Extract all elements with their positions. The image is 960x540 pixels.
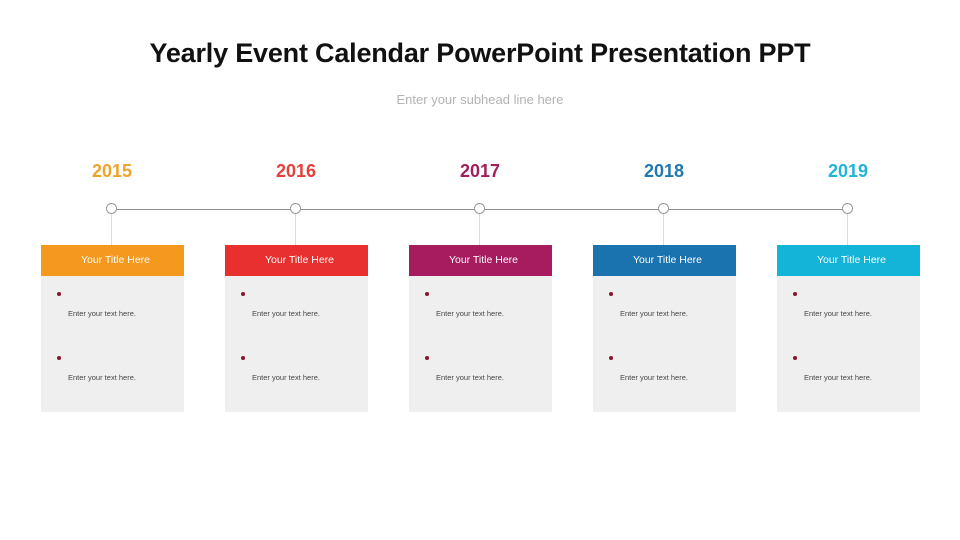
- card-body: Enter your text here. Enter your text her…: [593, 276, 736, 412]
- bullet-dot-icon: [57, 292, 61, 296]
- bullet-dot-icon: [241, 356, 245, 360]
- bullet-text[interactable]: Enter your text here.: [804, 309, 872, 318]
- bullet-text[interactable]: Enter your text here.: [620, 309, 688, 318]
- timeline-marker-icon[interactable]: [106, 203, 117, 214]
- timeline-card: Your Title Here Enter your text here. Ente…: [225, 245, 368, 412]
- page-subhead: Enter your subhead line here: [396, 92, 564, 107]
- card-title[interactable]: Your Title Here: [409, 245, 552, 276]
- year-label: 2016: [275, 161, 317, 181]
- card-title[interactable]: Your Title Here: [777, 245, 920, 276]
- year-label: 2019: [827, 161, 869, 181]
- bullet-dot-icon: [609, 292, 613, 296]
- bullet-text[interactable]: Enter your text here.: [68, 309, 136, 318]
- bullet-dot-icon: [57, 356, 61, 360]
- timeline-marker-icon[interactable]: [842, 203, 853, 214]
- timeline-card: Your Title Here Enter your text here. Ente…: [41, 245, 184, 412]
- card-title[interactable]: Your Title Here: [593, 245, 736, 276]
- year-label: 2017: [459, 161, 501, 181]
- page-title: Yearly Event Calendar PowerPoint Present…: [149, 38, 811, 68]
- card-body: Enter your text here. Enter your text her…: [409, 276, 552, 412]
- bullet-text[interactable]: Enter your text here.: [68, 373, 136, 382]
- timeline-card: Your Title Here Enter your text here. Ente…: [409, 245, 552, 412]
- bullet-dot-icon: [241, 292, 245, 296]
- card-title[interactable]: Your Title Here: [41, 245, 184, 276]
- timeline-card: Your Title Here Enter your text here. Ente…: [593, 245, 736, 412]
- bullet-text[interactable]: Enter your text here.: [436, 373, 504, 382]
- bullet-dot-icon: [425, 292, 429, 296]
- card-body: Enter your text here. Enter your text her…: [41, 276, 184, 412]
- card-title[interactable]: Your Title Here: [225, 245, 368, 276]
- card-body: Enter your text here. Enter your text her…: [777, 276, 920, 412]
- slide-canvas: Yearly Event Calendar PowerPoint Present…: [0, 0, 960, 540]
- timeline-connector-line: [663, 214, 664, 245]
- year-label: 2015: [91, 161, 133, 181]
- timeline-marker-icon[interactable]: [290, 203, 301, 214]
- year-label: 2018: [643, 161, 685, 181]
- timeline-card: Your Title Here Enter your text here. Ente…: [777, 245, 920, 412]
- bullet-dot-icon: [793, 356, 797, 360]
- bullet-text[interactable]: Enter your text here.: [252, 309, 320, 318]
- timeline-connector-line: [111, 214, 112, 245]
- bullet-dot-icon: [425, 356, 429, 360]
- timeline-marker-icon[interactable]: [658, 203, 669, 214]
- bullet-dot-icon: [793, 292, 797, 296]
- timeline-connector-line: [295, 214, 296, 245]
- card-body: Enter your text here. Enter your text her…: [225, 276, 368, 412]
- timeline-connector-line: [479, 214, 480, 245]
- bullet-text[interactable]: Enter your text here.: [804, 373, 872, 382]
- bullet-text[interactable]: Enter your text here.: [252, 373, 320, 382]
- bullet-dot-icon: [609, 356, 613, 360]
- timeline-marker-icon[interactable]: [474, 203, 485, 214]
- bullet-text[interactable]: Enter your text here.: [620, 373, 688, 382]
- timeline-connector-line: [847, 214, 848, 245]
- bullet-text[interactable]: Enter your text here.: [436, 309, 504, 318]
